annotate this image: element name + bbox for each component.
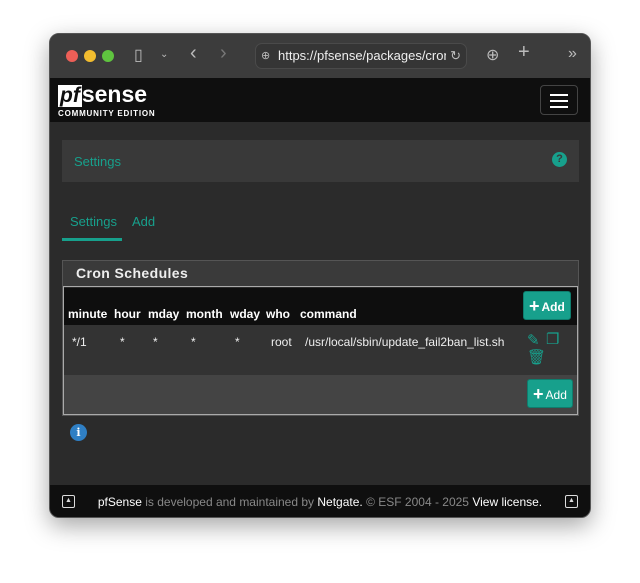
cell-command: /usr/local/sbin/update_fail2ban_list.sh [305,335,505,349]
sidebar-icon[interactable]: ▯ [134,45,143,65]
col-mday: mday [148,307,180,321]
breadcrumb-settings[interactable]: Settings [74,154,121,169]
new-tab-icon[interactable]: + [518,41,530,64]
cell-month: * [191,335,196,349]
page-footer: ▲ pfSense is developed and maintained by… [50,485,590,517]
pfsense-navbar: pfsense COMMUNITY EDITION [50,78,590,122]
table-header: minute hour mday month wday who command … [64,288,577,325]
info-icon[interactable]: i [70,424,87,441]
cell-mday: * [153,335,158,349]
active-tab-indicator [62,238,122,241]
logo-pf: pf [58,84,82,107]
pfsense-logo[interactable]: pfsense COMMUNITY EDITION [58,83,155,118]
menu-toggle-button[interactable] [540,85,578,115]
plus-icon: + [529,296,540,316]
plus-icon: + [533,384,544,404]
more-tabs-icon[interactable]: » [568,45,577,63]
cell-minute: */1 [72,335,87,349]
breadcrumb: Settings ? [62,140,579,182]
help-icon[interactable]: ? [552,152,567,167]
close-window-button[interactable] [66,50,78,62]
netgate-link[interactable]: Netgate. [317,495,362,509]
chevron-down-icon[interactable]: ⌄ [160,49,168,60]
add-button-bottom[interactable]: + Add [527,379,573,408]
footer-text: is developed and maintained by [141,495,318,509]
add-label: Add [541,300,565,314]
view-license-link[interactable]: View license. [472,495,542,509]
footer-copyright: © ESF 2004 - 2025 [362,495,473,509]
trash-icon[interactable]: 🗑 [527,348,546,366]
cell-hour: * [120,335,125,349]
browser-window: ▯ ⌄ ‹ › ⊕ https://pfsense/packages/cron/… [49,33,591,518]
edition-label: COMMUNITY EDITION [58,109,156,118]
scroll-top-icon-right[interactable]: ▲ [565,495,578,508]
col-minute: minute [68,307,108,321]
cell-wday: * [235,335,240,349]
logo-sense: sense [81,81,148,107]
minimize-window-button[interactable] [84,50,96,62]
back-icon[interactable]: ‹ [190,42,197,65]
cron-schedules-panel: Cron Schedules minute hour mday month wd… [62,260,579,416]
url-text: https://pfsense/packages/cron/ [278,48,455,63]
tab-add[interactable]: Add [132,214,155,229]
col-hour: hour [114,307,141,321]
panel-title: Cron Schedules [63,261,578,286]
add-button-top[interactable]: + Add [523,291,571,320]
tab-settings[interactable]: Settings [70,214,117,229]
download-icon[interactable]: ⊕ [486,45,499,65]
globe-icon: ⊕ [261,50,271,62]
forward-icon[interactable]: › [220,42,227,65]
col-who: who [266,307,290,321]
cron-table: minute hour mday month wday who command … [63,286,578,415]
table-footer-row: + Add [64,375,577,414]
add-label: Add [545,388,567,402]
edit-pencil-icon[interactable]: ✎ [527,331,540,349]
table-row: */1 * * * * root /usr/local/sbin/update_… [64,325,577,375]
reload-icon[interactable]: ↻ [446,44,461,68]
col-command: command [300,307,357,321]
col-month: month [186,307,223,321]
browser-toolbar: ▯ ⌄ ‹ › ⊕ https://pfsense/packages/cron/… [50,34,590,78]
scroll-top-icon-left[interactable]: ▲ [62,495,75,508]
address-bar[interactable]: ⊕ https://pfsense/packages/cron/ ↻ [255,43,467,69]
maximize-window-button[interactable] [102,50,114,62]
footer-brand-link[interactable]: pfSense [98,495,142,509]
col-wday: wday [230,307,261,321]
cell-who: root [271,335,292,349]
copy-icon[interactable]: ❐ [546,330,559,348]
